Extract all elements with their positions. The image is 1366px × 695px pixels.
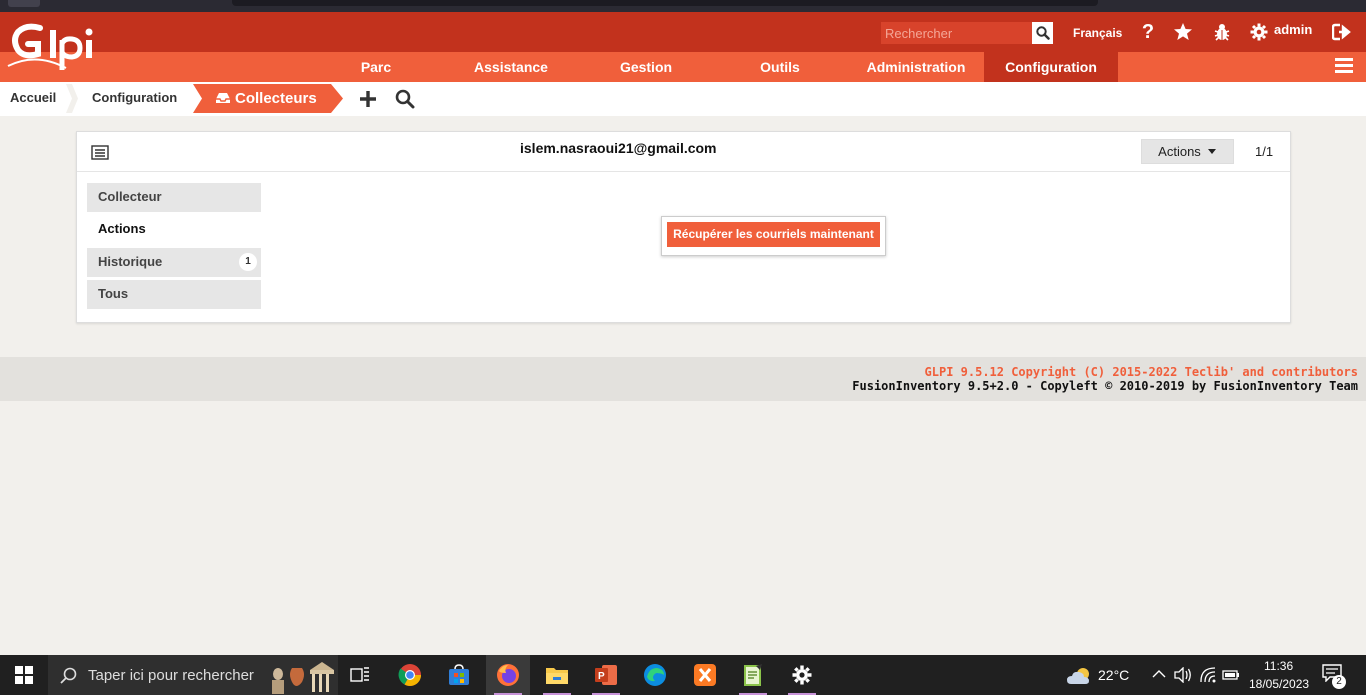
add-icon[interactable] (359, 90, 377, 108)
weather-temperature[interactable]: 22°C (1098, 667, 1129, 683)
gear-icon (1250, 23, 1268, 41)
tab-tous[interactable]: Tous (87, 280, 261, 309)
battery-icon[interactable] (1222, 669, 1240, 681)
taskbar-xampp[interactable] (683, 655, 727, 695)
search-submit-button[interactable] (1032, 22, 1053, 44)
tab-actions[interactable]: Actions (87, 215, 261, 244)
settings-gear-icon (792, 665, 812, 685)
list-view-icon[interactable] (91, 145, 109, 160)
nav-assistance[interactable]: Assistance (460, 52, 562, 82)
clock-date[interactable]: 18/05/2023 (1249, 677, 1309, 691)
taskbar-chrome[interactable] (388, 655, 432, 695)
taskbar-edge[interactable] (633, 655, 677, 695)
notification-count-badge: 2 (1332, 675, 1346, 689)
tab-historique[interactable]: Historique 1 (87, 248, 261, 277)
wifi-icon[interactable] (1200, 667, 1216, 683)
breadcrumb-home[interactable]: Accueil (10, 82, 56, 113)
debug-mode-button[interactable] (1211, 21, 1233, 43)
header-top-bar (0, 12, 1366, 52)
pagination-counter: 1/1 (1255, 144, 1274, 159)
actions-label: Actions (1158, 144, 1201, 159)
browser-tabstrip (0, 0, 1366, 12)
firefox-icon (497, 664, 519, 686)
chrome-icon (398, 664, 421, 686)
breadcrumb-current-label: Collecteurs (235, 90, 317, 107)
nav-parc[interactable]: Parc (336, 52, 416, 82)
xampp-icon (694, 664, 716, 686)
notification-center-button[interactable]: 2 (1322, 664, 1346, 689)
actions-dropdown-button[interactable]: Actions (1141, 139, 1234, 164)
task-view-button[interactable] (338, 655, 382, 695)
taskbar-file-explorer[interactable] (535, 655, 579, 695)
logout-icon (1332, 23, 1351, 41)
nav-outils[interactable]: Outils (740, 52, 820, 82)
user-menu[interactable]: admin (1274, 22, 1312, 37)
notepad-icon (744, 664, 762, 686)
fusioninventory-copyright: FusionInventory 9.5+2.0 - Copyleft © 201… (852, 379, 1358, 393)
browser-address-bar[interactable] (232, 0, 1098, 6)
powerpoint-icon: P (595, 665, 617, 685)
search-list-icon[interactable] (395, 89, 415, 109)
taskbar-store[interactable] (437, 655, 481, 695)
browser-tab[interactable] (8, 0, 40, 7)
edge-icon (644, 664, 666, 686)
bug-icon (1214, 24, 1230, 41)
tab-label: Historique (98, 254, 163, 269)
breadcrumb-configuration[interactable]: Configuration (92, 82, 177, 113)
taskbar-search-placeholder: Taper ici pour rechercher (88, 667, 254, 684)
language-selector[interactable]: Français (1073, 26, 1122, 40)
tab-label: Actions (98, 221, 146, 236)
global-search-input[interactable] (881, 22, 1033, 44)
taskbar-notepad[interactable] (731, 655, 775, 695)
preferences-button[interactable] (1248, 21, 1270, 43)
folder-icon (546, 668, 568, 684)
glpi-logo[interactable] (6, 22, 98, 74)
inbox-icon (216, 93, 230, 103)
taskbar-firefox[interactable] (486, 655, 530, 695)
chevron-up-icon[interactable] (1152, 669, 1166, 679)
bookmarks-button[interactable] (1172, 21, 1194, 43)
help-icon: ? (1141, 20, 1155, 43)
weather-cloud-icon[interactable] (1066, 666, 1092, 686)
page-title: islem.nasraoui21@gmail.com (520, 140, 717, 156)
taskbar-settings[interactable] (780, 655, 824, 695)
nav-administration[interactable]: Administration (856, 52, 976, 82)
svg-text:P: P (598, 671, 605, 682)
star-icon (1174, 23, 1192, 40)
start-button[interactable] (2, 655, 46, 695)
nav-gestion[interactable]: Gestion (606, 52, 686, 82)
tab-label: Collecteur (98, 189, 162, 204)
microsoft-store-icon (449, 664, 469, 685)
logout-button[interactable] (1331, 21, 1353, 43)
volume-icon[interactable] (1174, 667, 1192, 683)
clock-time[interactable]: 11:36 (1264, 659, 1293, 673)
caret-down-icon (1207, 148, 1216, 154)
tab-collecteur[interactable]: Collecteur (87, 183, 261, 212)
search-icon (1035, 26, 1050, 40)
hamburger-menu-icon[interactable] (1335, 58, 1353, 74)
windows-start-icon (15, 666, 33, 684)
fetch-emails-now-button[interactable]: Récupérer les courriels maintenant (667, 222, 880, 247)
task-view-icon (350, 667, 369, 682)
search-highlight-illustration (272, 662, 334, 694)
tab-label: Tous (98, 286, 129, 301)
taskbar-powerpoint[interactable]: P (584, 655, 628, 695)
glpi-copyright-link[interactable]: GLPI 9.5.12 Copyright (C) 2015-2022 Tecl… (925, 365, 1358, 379)
nav-configuration[interactable]: Configuration (984, 52, 1118, 82)
taskbar-search-icon (60, 667, 77, 684)
help-button[interactable]: ? (1137, 21, 1159, 43)
count-badge: 1 (239, 253, 257, 271)
